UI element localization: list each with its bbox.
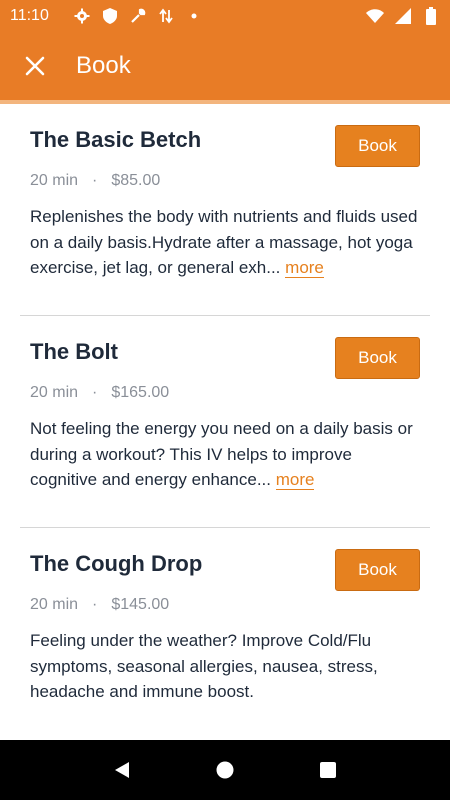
service-description-text: Replenishes the body with nutrients and … — [30, 207, 418, 277]
service-price: $145.00 — [111, 596, 170, 613]
meta-separator: · — [92, 384, 98, 401]
service-meta: 20 min · $165.00 — [30, 384, 420, 402]
back-icon — [114, 762, 129, 778]
service-description: Not feeling the energy you need on a dai… — [30, 416, 420, 493]
book-button[interactable]: Book — [335, 125, 420, 167]
navigation-bar — [0, 740, 450, 800]
status-right — [366, 7, 440, 25]
service-meta: 20 min · $145.00 — [30, 596, 420, 614]
service-description: Feeling under the weather? Improve Cold/… — [30, 628, 420, 705]
service-price: $85.00 — [111, 172, 161, 189]
home-button[interactable] — [205, 750, 245, 790]
service-description-text: Feeling under the weather? Improve Cold/… — [30, 631, 378, 701]
book-button[interactable]: Book — [335, 549, 420, 591]
service-duration: 20 min — [30, 172, 79, 189]
signal-icon — [394, 7, 412, 25]
status-time: 11:10 — [10, 7, 49, 24]
shield-icon — [101, 7, 119, 25]
meta-separator: · — [92, 172, 98, 189]
service-list: The Basic Betch Book 20 min · $85.00 Rep… — [0, 104, 450, 740]
more-link[interactable]: more — [285, 258, 324, 278]
battery-icon — [422, 7, 440, 25]
dot-icon — [185, 7, 203, 25]
data-transfer-icon — [157, 7, 175, 25]
app-bar: Book — [0, 32, 450, 100]
service-item: The Basic Betch Book 20 min · $85.00 Rep… — [20, 104, 430, 316]
status-bar: 11:10 — [0, 0, 450, 32]
service-item: The Bolt Book 20 min · $165.00 Not feeli… — [20, 316, 430, 528]
close-button[interactable] — [0, 32, 70, 100]
back-button[interactable] — [102, 750, 142, 790]
service-description: Replenishes the body with nutrients and … — [30, 204, 420, 281]
more-link[interactable]: more — [275, 470, 315, 490]
service-price: $165.00 — [111, 384, 170, 401]
close-icon — [25, 56, 45, 76]
recents-icon — [320, 762, 337, 778]
gear-icon — [73, 7, 91, 25]
page-title: Book — [76, 52, 131, 79]
meta-separator: · — [92, 596, 98, 613]
service-item: The Cough Drop Book 20 min · $145.00 Fee… — [20, 528, 430, 740]
home-icon — [216, 761, 234, 779]
service-duration: 20 min — [30, 384, 79, 401]
book-button[interactable]: Book — [335, 337, 420, 379]
status-left: 11:10 — [10, 7, 203, 25]
service-meta: 20 min · $85.00 — [30, 172, 420, 190]
service-duration: 20 min — [30, 596, 79, 613]
service-description-text: Not feeling the energy you need on a dai… — [30, 419, 413, 489]
recents-button[interactable] — [308, 750, 348, 790]
wrench-icon — [129, 7, 147, 25]
wifi-icon — [366, 7, 384, 25]
